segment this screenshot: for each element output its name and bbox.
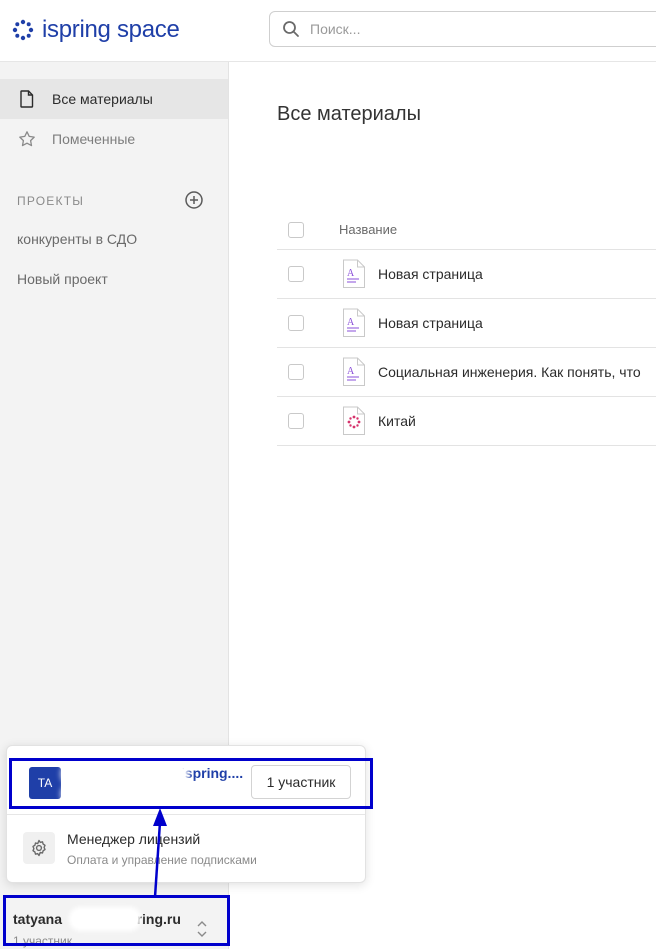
redacted-email-part	[72, 910, 138, 928]
sidebar-item-label: Все материалы	[52, 91, 153, 107]
add-project-plus-icon[interactable]	[184, 190, 204, 210]
page-doc-icon: A	[343, 259, 365, 288]
license-manager-icon-box[interactable]	[23, 832, 55, 864]
table-header-row: Название	[277, 210, 656, 250]
sidebar-item-label: Помеченные	[52, 131, 136, 147]
redacted-account-subtitle	[65, 788, 241, 800]
page-title: Все материалы	[277, 103, 421, 125]
redacted-account-name	[65, 766, 185, 782]
members-button[interactable]: 1 участник	[251, 765, 351, 799]
table-row[interactable]: Китай	[277, 397, 656, 446]
row-name: Социальная инженерия. Как понять, что	[378, 364, 641, 380]
user-account-switcher[interactable]: tatyana pring.ru 1 участник	[4, 896, 228, 948]
row-name: Китай	[378, 413, 416, 429]
table-row[interactable]: A Новая страница	[277, 250, 656, 299]
user-email-start: tatyana	[13, 911, 63, 927]
ispring-logo-icon	[12, 19, 34, 41]
license-manager-title[interactable]: Менеджер лицензий	[67, 831, 200, 847]
row-checkbox[interactable]	[288, 315, 304, 331]
row-name: Новая страница	[378, 266, 483, 282]
page-doc-icon: A	[343, 357, 365, 386]
search-input[interactable]: Поиск...	[269, 11, 656, 47]
gear-icon	[32, 839, 46, 857]
account-switcher-popover: TA .ispring.... 1 участник Менеджер лице…	[6, 745, 366, 883]
svg-text:A: A	[347, 268, 355, 279]
svg-text:A: A	[347, 317, 355, 328]
logo-text: ispring space	[42, 16, 180, 44]
table-row[interactable]: A Новая страница	[277, 299, 656, 348]
table-row[interactable]: A Социальная инженерия. Как понять, что	[277, 348, 656, 397]
row-checkbox[interactable]	[288, 413, 304, 429]
row-name: Новая страница	[378, 315, 483, 331]
svg-text:A: A	[347, 366, 355, 377]
document-icon	[18, 90, 36, 108]
license-manager-subtitle: Оплата и управление подписками	[67, 853, 257, 867]
materials-table: Название A Новая страница A Новая страни…	[277, 210, 656, 446]
logo-text-ispring: ispring	[42, 16, 111, 43]
sidebar-project-competitors[interactable]: конкуренты в СДО	[17, 231, 137, 247]
row-checkbox[interactable]	[288, 364, 304, 380]
sidebar-item-starred[interactable]: Помеченные	[0, 119, 228, 159]
ispring-space-logo[interactable]: ispring space	[12, 14, 180, 46]
column-header-name[interactable]: Название	[339, 222, 397, 237]
search-placeholder: Поиск...	[310, 21, 361, 37]
logo-text-space: space	[116, 16, 180, 43]
top-header: ispring space Поиск...	[0, 0, 656, 62]
user-member-count: 1 участник	[13, 934, 73, 948]
page-doc-icon: A	[343, 308, 365, 337]
sidebar-project-new[interactable]: Новый проект	[17, 271, 108, 287]
chevron-up-down-icon[interactable]	[196, 918, 208, 940]
sidebar-item-all-materials[interactable]: Все материалы	[0, 79, 228, 119]
ispring-course-icon	[343, 406, 365, 435]
search-icon	[283, 21, 299, 37]
account-domain-text: .ispring....	[177, 765, 244, 781]
star-icon	[18, 130, 36, 148]
projects-section-label: ПРОЕКТЫ	[17, 194, 85, 208]
select-all-checkbox[interactable]	[288, 221, 304, 238]
account-avatar: TA	[29, 767, 61, 799]
row-checkbox[interactable]	[288, 266, 304, 282]
popover-divider	[7, 814, 365, 815]
